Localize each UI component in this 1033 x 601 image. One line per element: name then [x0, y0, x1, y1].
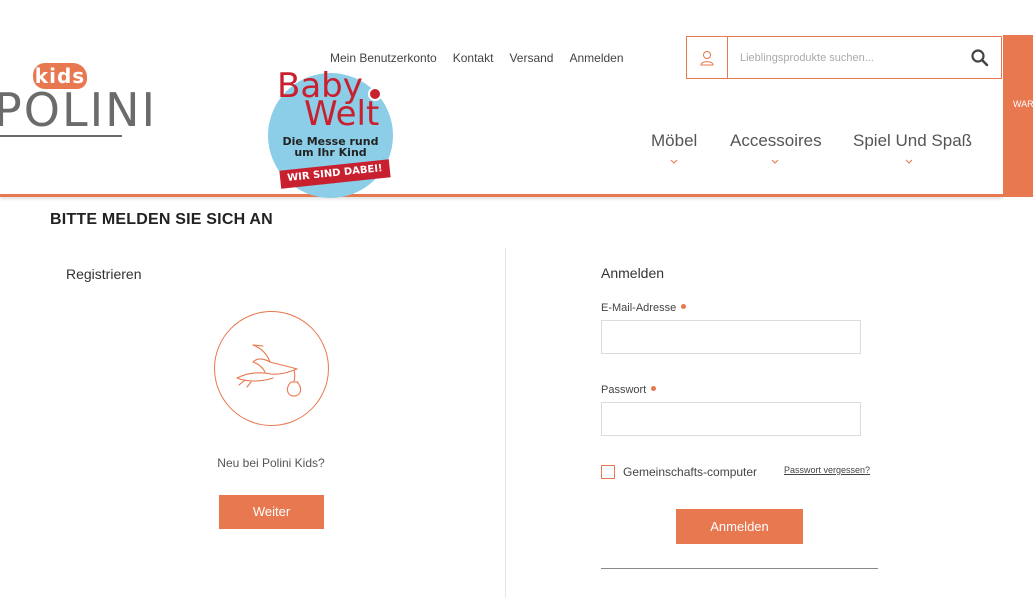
top-links: Mein Benutzerkonto Kontakt Versand Anmel…	[330, 51, 624, 65]
cart-tab[interactable]: WAR	[1003, 35, 1033, 197]
shared-computer-label: Gemeinschafts-computer	[623, 465, 758, 479]
login-button[interactable]: Anmelden	[676, 509, 803, 544]
column-divider	[505, 248, 506, 598]
nav-item-accessoires[interactable]: Accessoires	[730, 131, 822, 151]
continue-button[interactable]: Weiter	[219, 495, 324, 529]
nav-item-moebel[interactable]: Möbel	[651, 131, 697, 151]
nav-item-spiel-und-spass[interactable]: Spiel Und Spaß	[853, 131, 972, 151]
baby-welt-badge[interactable]: Baby Welt Die Messe rund um Ihr Kind WIR…	[268, 69, 393, 198]
register-title: Registrieren	[66, 266, 142, 282]
user-icon	[700, 50, 714, 65]
email-label: E-Mail-Adresse	[601, 302, 687, 314]
search-input[interactable]	[729, 37, 959, 78]
password-label-text: Passwort	[601, 384, 647, 396]
chevron-down-icon	[905, 159, 913, 164]
nav-item-label: Möbel	[651, 131, 698, 150]
chevron-down-icon	[670, 159, 678, 164]
user-account-button[interactable]	[687, 37, 728, 78]
required-indicator	[681, 304, 687, 309]
search-button[interactable]	[969, 47, 991, 69]
required-indicator	[651, 386, 657, 391]
link-shipping[interactable]: Versand	[509, 51, 553, 65]
badge-welt-text: Welt	[304, 94, 380, 134]
search-bar	[686, 36, 1002, 79]
nav-item-label: Spiel Und Spaß	[853, 131, 973, 150]
link-contact[interactable]: Kontakt	[453, 51, 494, 65]
logo-underline	[0, 135, 122, 137]
page-title: BITTE MELDEN SIE SICH AN	[50, 211, 273, 228]
login-title: Anmelden	[601, 265, 665, 281]
polini-kids-logo[interactable]: kids POLINI	[0, 63, 155, 143]
badge-subtitle: Die Messe rund um Ihr Kind	[278, 136, 383, 158]
shared-computer-checkbox[interactable]	[601, 465, 615, 479]
badge-subtitle-line-2: um Ihr Kind	[294, 146, 367, 159]
stork-illustration	[214, 311, 329, 426]
forgot-password-link[interactable]: Passwort vergessen?	[784, 465, 870, 475]
search-icon	[971, 49, 989, 67]
password-field[interactable]	[601, 402, 861, 436]
logo-brand-text: POLINI	[0, 83, 158, 137]
form-bottom-divider	[601, 568, 878, 569]
stork-icon	[236, 344, 302, 397]
chevron-down-icon	[771, 159, 779, 164]
email-label-text: E-Mail-Adresse	[601, 302, 677, 314]
nav-item-label: Accessoires	[730, 131, 822, 150]
email-field[interactable]	[601, 320, 861, 354]
link-login[interactable]: Anmelden	[569, 51, 623, 65]
cart-tab-label: WAR	[1013, 99, 1033, 109]
link-account[interactable]: Mein Benutzerkonto	[330, 51, 437, 65]
password-label: Passwort	[601, 384, 657, 396]
register-text: Neu bei Polini Kids?	[217, 456, 325, 470]
